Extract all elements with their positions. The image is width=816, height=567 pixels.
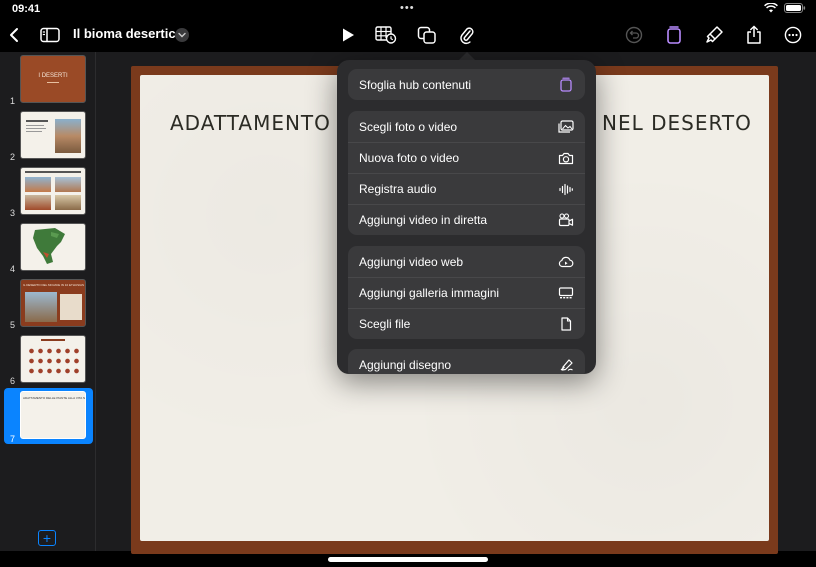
- slide-preview: I DESERTI: [20, 55, 86, 103]
- status-right: [764, 3, 806, 13]
- gallery-icon: [558, 285, 574, 301]
- menu-item-add-web-video[interactable]: Aggiungi video web: [348, 246, 585, 277]
- status-time: 09:41: [12, 3, 41, 15]
- format-brush-icon[interactable]: [702, 23, 726, 47]
- play-icon[interactable]: [336, 23, 360, 47]
- menu-item-label: Aggiungi galleria immagini: [359, 286, 500, 300]
- menu-item-add-live-video[interactable]: Aggiungi video in diretta: [348, 204, 585, 235]
- thumb-photo: [25, 195, 51, 210]
- slide-number: 7: [10, 434, 16, 444]
- menu-item-label: Aggiungi disegno: [359, 357, 452, 372]
- slide-navigator: 1 I DESERTI 2 3 4 5 IL DESERTO DEL MOJAV…: [0, 52, 96, 551]
- document-title[interactable]: Il bioma desertico: [73, 26, 184, 41]
- add-slide-button[interactable]: +: [38, 530, 56, 546]
- menu-item-label: Registra audio: [359, 182, 437, 196]
- thumb-text-line: [41, 339, 65, 341]
- paperclip-icon[interactable]: [455, 23, 479, 47]
- multitasking-dots[interactable]: •••: [400, 2, 415, 14]
- slide-thumbnail-1[interactable]: 1 I DESERTI: [0, 52, 96, 106]
- content-hub-icon[interactable]: [662, 23, 686, 47]
- file-icon: [558, 316, 574, 332]
- menu-item-record-audio[interactable]: Registra audio: [348, 173, 585, 204]
- drawing-icon: [558, 357, 574, 373]
- thumb-text-line: [25, 171, 81, 173]
- cloud-icon: [558, 254, 574, 270]
- thumb-text-line: [26, 120, 48, 122]
- waveform-icon: [558, 181, 574, 197]
- menu-item-new-photo-video[interactable]: Nuova foto o video: [348, 142, 585, 173]
- table-icon[interactable]: [374, 23, 398, 47]
- toolbar: Il bioma desertico: [0, 18, 816, 52]
- photo-library-icon: [558, 119, 574, 135]
- menu-item-add-drawing[interactable]: Aggiungi disegno: [348, 349, 585, 374]
- menu-item-browse-content-hub[interactable]: Sfoglia hub contenuti: [348, 69, 585, 100]
- slide-preview: [20, 223, 86, 271]
- menu-item-add-image-gallery[interactable]: Aggiungi galleria immagini: [348, 277, 585, 308]
- share-icon[interactable]: [742, 23, 766, 47]
- shapes-icon[interactable]: [415, 23, 439, 47]
- thumb-photo: [25, 292, 57, 322]
- thumb-photo: [55, 177, 81, 192]
- slide-preview: [20, 167, 86, 215]
- slide-number: 1: [10, 96, 16, 106]
- undo-icon[interactable]: [622, 23, 646, 47]
- slide-preview: [20, 111, 86, 159]
- thumb-text-line: [26, 131, 42, 132]
- slide-preview: ADATTAMENTO DELLE PIANTE ALLA VITA NEL D…: [20, 391, 86, 439]
- slide-preview-title: I DESERTI: [38, 73, 68, 79]
- menu-group-drawing: Aggiungi disegno: [348, 349, 585, 374]
- home-indicator[interactable]: [328, 557, 488, 562]
- back-chevron-icon[interactable]: [2, 23, 26, 47]
- thumb-photo: [55, 195, 81, 210]
- sidebar-toggle-icon[interactable]: [38, 23, 62, 47]
- map-thumbnail: [33, 228, 65, 264]
- thumb-divider: [47, 82, 59, 83]
- slide-thumbnail-2[interactable]: 2: [0, 108, 96, 162]
- slide-number: 3: [10, 208, 16, 218]
- thumb-text-line: [26, 128, 46, 129]
- menu-item-choose-photo-video[interactable]: Scegli foto o video: [348, 111, 585, 142]
- menu-item-label: Scegli foto o video: [359, 119, 458, 134]
- thumb-photo: [55, 119, 81, 153]
- slide-number: 6: [10, 376, 16, 386]
- battery-icon: [784, 3, 806, 13]
- slide-thumbnail-5[interactable]: 5 IL DESERTO DEL MOJAVE IN 10 ETHUSIAS: [0, 276, 96, 330]
- menu-group-web-files: Aggiungi video web Aggiungi galleria imm…: [348, 246, 585, 339]
- wifi-icon: [764, 3, 778, 13]
- slide-title-left: ADATTAMENTO: [170, 111, 331, 135]
- slide-thumbnail-6[interactable]: 6: [0, 332, 96, 386]
- insert-media-popover: Sfoglia hub contenuti Scegli foto o vide…: [337, 60, 596, 374]
- slide-thumbnail-4[interactable]: 4: [0, 220, 96, 274]
- content-hub-icon: [558, 77, 574, 93]
- slide-number: 5: [10, 320, 16, 330]
- thumb-text-block: [60, 294, 82, 320]
- camera-icon: [558, 150, 574, 166]
- more-icon[interactable]: [781, 23, 805, 47]
- menu-item-label: Nuova foto o video: [359, 151, 460, 165]
- slide-number: 4: [10, 264, 16, 274]
- title-menu-chevron-icon[interactable]: [175, 28, 189, 42]
- menu-item-label: Scegli file: [359, 317, 411, 331]
- slide-thumbnail-3[interactable]: 3: [0, 164, 96, 218]
- thumb-animal-grid: [27, 346, 81, 378]
- slide-preview: IL DESERTO DEL MOJAVE IN 10 ETHUSIAS: [20, 279, 86, 327]
- live-video-icon: [558, 212, 574, 228]
- menu-item-label: Aggiungi video web: [359, 254, 464, 269]
- slide-title-right: NEL DESERTO: [602, 111, 752, 135]
- status-bar: 09:41 •••: [0, 0, 816, 18]
- slide-thumbnail-7[interactable]: 7 ADATTAMENTO DELLE PIANTE ALLA VITA NEL…: [4, 388, 93, 444]
- slide-preview-title: ADATTAMENTO DELLE PIANTE ALLA VITA NEL D…: [23, 396, 85, 400]
- menu-group-hub: Sfoglia hub contenuti: [348, 69, 585, 100]
- thumb-text-line: [26, 125, 44, 126]
- slide-preview: [20, 335, 86, 383]
- menu-item-label: Aggiungi video in diretta: [359, 213, 488, 227]
- slide-number: 2: [10, 152, 16, 162]
- menu-item-choose-file[interactable]: Scegli file: [348, 308, 585, 339]
- slide-preview-title: IL DESERTO DEL MOJAVE IN 10 ETHUSIAS: [23, 283, 84, 287]
- thumb-photo: [25, 177, 51, 192]
- menu-group-photo-audio: Scegli foto o video Nuova foto o video R…: [348, 111, 585, 235]
- menu-item-label: Sfoglia hub contenuti: [359, 77, 472, 92]
